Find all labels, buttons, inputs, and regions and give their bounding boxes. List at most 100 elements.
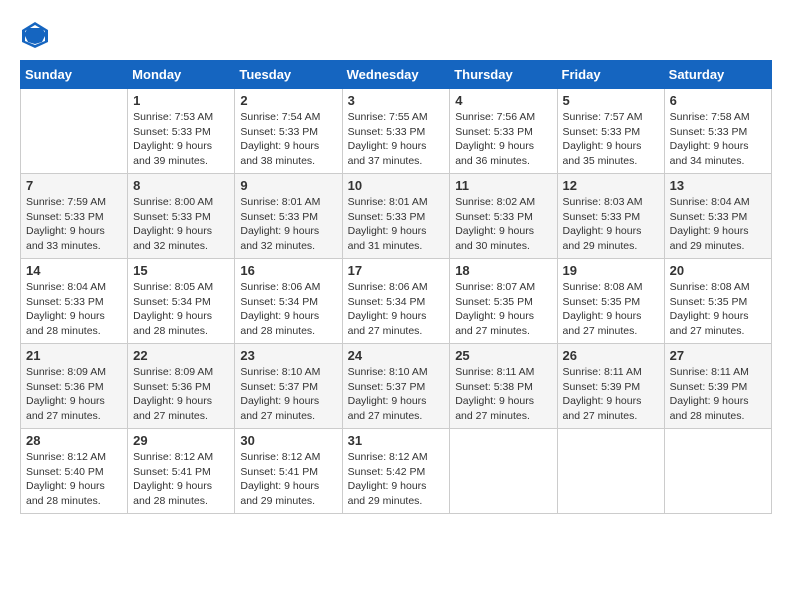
day-number: 29 [133, 433, 229, 448]
calendar-cell: 3 Sunrise: 7:55 AM Sunset: 5:33 PM Daylig… [342, 89, 450, 174]
day-number: 7 [26, 178, 122, 193]
day-info: Sunrise: 8:10 AM Sunset: 5:37 PM Dayligh… [348, 365, 445, 424]
day-number: 12 [563, 178, 659, 193]
day-number: 3 [348, 93, 445, 108]
day-number: 20 [670, 263, 766, 278]
calendar-cell [21, 89, 128, 174]
calendar-cell: 25 Sunrise: 8:11 AM Sunset: 5:38 PM Dayli… [450, 344, 557, 429]
day-info: Sunrise: 8:11 AM Sunset: 5:38 PM Dayligh… [455, 365, 551, 424]
day-number: 4 [455, 93, 551, 108]
day-info: Sunrise: 8:00 AM Sunset: 5:33 PM Dayligh… [133, 195, 229, 254]
day-info: Sunrise: 7:57 AM Sunset: 5:33 PM Dayligh… [563, 110, 659, 169]
calendar-cell: 22Sunrise: 8:09 AM Sunset: 5:36 PM Dayli… [128, 344, 235, 429]
calendar-cell: 10Sunrise: 8:01 AM Sunset: 5:33 PM Dayli… [342, 174, 450, 259]
day-info: Sunrise: 8:04 AM Sunset: 5:33 PM Dayligh… [670, 195, 766, 254]
calendar-cell: 29 Sunrise: 8:12 AM Sunset: 5:41 PM Dayli… [128, 429, 235, 514]
calendar-week-row: 7 Sunrise: 7:59 AM Sunset: 5:33 PM Daylig… [21, 174, 772, 259]
day-info: Sunrise: 8:08 AM Sunset: 5:35 PM Dayligh… [670, 280, 766, 339]
day-number: 27 [670, 348, 766, 363]
calendar-header-friday: Friday [557, 61, 664, 89]
calendar-header-sunday: Sunday [21, 61, 128, 89]
day-number: 14 [26, 263, 122, 278]
header [20, 20, 772, 50]
calendar-header-wednesday: Wednesday [342, 61, 450, 89]
day-info: Sunrise: 8:02 AM Sunset: 5:33 PM Dayligh… [455, 195, 551, 254]
calendar-cell: 9 Sunrise: 8:01 AM Sunset: 5:33 PM Daylig… [235, 174, 342, 259]
day-number: 31 [348, 433, 445, 448]
day-number: 21 [26, 348, 122, 363]
calendar-cell: 31 Sunrise: 8:12 AM Sunset: 5:42 PM Dayli… [342, 429, 450, 514]
calendar-cell [557, 429, 664, 514]
day-info: Sunrise: 8:12 AM Sunset: 5:42 PM Dayligh… [348, 450, 445, 509]
day-info: Sunrise: 7:55 AM Sunset: 5:33 PM Dayligh… [348, 110, 445, 169]
calendar-cell: 19 Sunrise: 8:08 AM Sunset: 5:35 PM Dayli… [557, 259, 664, 344]
day-info: Sunrise: 8:01 AM Sunset: 5:33 PM Dayligh… [348, 195, 445, 254]
calendar-cell: 1 Sunrise: 7:53 AM Sunset: 5:33 PM Daylig… [128, 89, 235, 174]
day-number: 19 [563, 263, 659, 278]
day-number: 9 [240, 178, 336, 193]
calendar-cell: 4 Sunrise: 7:56 AM Sunset: 5:33 PM Daylig… [450, 89, 557, 174]
day-number: 25 [455, 348, 551, 363]
day-number: 5 [563, 93, 659, 108]
calendar-cell: 28 Sunrise: 8:12 AM Sunset: 5:40 PM Dayli… [21, 429, 128, 514]
calendar-cell: 12Sunrise: 8:03 AM Sunset: 5:33 PM Dayli… [557, 174, 664, 259]
day-info: Sunrise: 8:08 AM Sunset: 5:35 PM Dayligh… [563, 280, 659, 339]
calendar-cell: 8 Sunrise: 8:00 AM Sunset: 5:33 PM Daylig… [128, 174, 235, 259]
day-info: Sunrise: 8:04 AM Sunset: 5:33 PM Dayligh… [26, 280, 122, 339]
day-number: 24 [348, 348, 445, 363]
day-info: Sunrise: 7:59 AM Sunset: 5:33 PM Dayligh… [26, 195, 122, 254]
day-info: Sunrise: 8:06 AM Sunset: 5:34 PM Dayligh… [348, 280, 445, 339]
day-info: Sunrise: 7:53 AM Sunset: 5:33 PM Dayligh… [133, 110, 229, 169]
calendar-cell: 5 Sunrise: 7:57 AM Sunset: 5:33 PM Daylig… [557, 89, 664, 174]
calendar-header-tuesday: Tuesday [235, 61, 342, 89]
calendar-cell: 23 Sunrise: 8:10 AM Sunset: 5:37 PM Dayli… [235, 344, 342, 429]
calendar-header-row: SundayMondayTuesdayWednesdayThursdayFrid… [21, 61, 772, 89]
day-info: Sunrise: 8:07 AM Sunset: 5:35 PM Dayligh… [455, 280, 551, 339]
calendar-cell: 15 Sunrise: 8:05 AM Sunset: 5:34 PM Dayli… [128, 259, 235, 344]
calendar-table: SundayMondayTuesdayWednesdayThursdayFrid… [20, 60, 772, 514]
day-number: 16 [240, 263, 336, 278]
day-info: Sunrise: 8:12 AM Sunset: 5:41 PM Dayligh… [133, 450, 229, 509]
day-number: 30 [240, 433, 336, 448]
calendar-week-row: 28 Sunrise: 8:12 AM Sunset: 5:40 PM Dayli… [21, 429, 772, 514]
day-number: 13 [670, 178, 766, 193]
calendar-header-thursday: Thursday [450, 61, 557, 89]
day-info: Sunrise: 8:11 AM Sunset: 5:39 PM Dayligh… [670, 365, 766, 424]
calendar-week-row: 21Sunrise: 8:09 AM Sunset: 5:36 PM Dayli… [21, 344, 772, 429]
calendar-cell [450, 429, 557, 514]
day-number: 1 [133, 93, 229, 108]
calendar-cell: 26 Sunrise: 8:11 AM Sunset: 5:39 PM Dayli… [557, 344, 664, 429]
calendar-week-row: 14 Sunrise: 8:04 AM Sunset: 5:33 PM Dayli… [21, 259, 772, 344]
calendar-cell: 11 Sunrise: 8:02 AM Sunset: 5:33 PM Dayli… [450, 174, 557, 259]
calendar-header-saturday: Saturday [664, 61, 771, 89]
day-number: 6 [670, 93, 766, 108]
day-info: Sunrise: 8:12 AM Sunset: 5:40 PM Dayligh… [26, 450, 122, 509]
logo [20, 20, 54, 50]
day-number: 23 [240, 348, 336, 363]
day-number: 22 [133, 348, 229, 363]
calendar-cell: 24 Sunrise: 8:10 AM Sunset: 5:37 PM Dayli… [342, 344, 450, 429]
day-number: 17 [348, 263, 445, 278]
calendar-cell: 7 Sunrise: 7:59 AM Sunset: 5:33 PM Daylig… [21, 174, 128, 259]
day-number: 8 [133, 178, 229, 193]
day-info: Sunrise: 8:11 AM Sunset: 5:39 PM Dayligh… [563, 365, 659, 424]
day-number: 18 [455, 263, 551, 278]
calendar-week-row: 1 Sunrise: 7:53 AM Sunset: 5:33 PM Daylig… [21, 89, 772, 174]
day-info: Sunrise: 8:06 AM Sunset: 5:34 PM Dayligh… [240, 280, 336, 339]
day-info: Sunrise: 8:12 AM Sunset: 5:41 PM Dayligh… [240, 450, 336, 509]
day-info: Sunrise: 8:05 AM Sunset: 5:34 PM Dayligh… [133, 280, 229, 339]
calendar-header-monday: Monday [128, 61, 235, 89]
day-info: Sunrise: 8:01 AM Sunset: 5:33 PM Dayligh… [240, 195, 336, 254]
day-number: 28 [26, 433, 122, 448]
calendar-cell: 27 Sunrise: 8:11 AM Sunset: 5:39 PM Dayli… [664, 344, 771, 429]
calendar-cell: 13 Sunrise: 8:04 AM Sunset: 5:33 PM Dayli… [664, 174, 771, 259]
calendar-cell: 6Sunrise: 7:58 AM Sunset: 5:33 PM Daylig… [664, 89, 771, 174]
calendar-cell: 16 Sunrise: 8:06 AM Sunset: 5:34 PM Dayli… [235, 259, 342, 344]
day-number: 26 [563, 348, 659, 363]
calendar-cell: 18 Sunrise: 8:07 AM Sunset: 5:35 PM Dayli… [450, 259, 557, 344]
day-number: 15 [133, 263, 229, 278]
calendar-cell: 30 Sunrise: 8:12 AM Sunset: 5:41 PM Dayli… [235, 429, 342, 514]
day-info: Sunrise: 7:56 AM Sunset: 5:33 PM Dayligh… [455, 110, 551, 169]
day-info: Sunrise: 8:10 AM Sunset: 5:37 PM Dayligh… [240, 365, 336, 424]
day-number: 11 [455, 178, 551, 193]
